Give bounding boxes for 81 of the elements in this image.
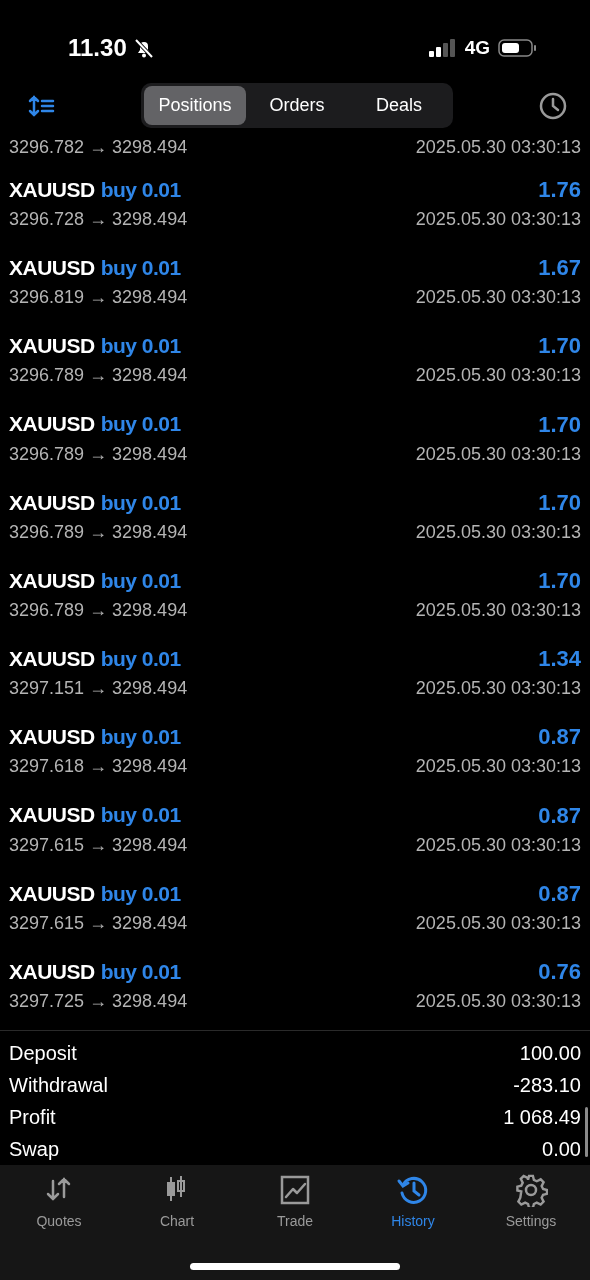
trade-time: 2025.05.30 03:30:13 [415,677,581,701]
clock-time: 11.30 [68,33,127,63]
profit-value: 1.70 [538,410,581,439]
summary-value: 100.00 [519,1041,581,1067]
summary-value: 0.00 [542,1137,581,1163]
settings-icon [514,1173,548,1208]
segment-tab[interactable]: Positions [144,86,246,126]
summary-label: Swap [9,1137,60,1163]
symbol-text: XAUUSD [9,724,95,751]
symbol-text: XAUUSD [9,489,95,516]
trade-time: 2025.05.30 03:30:13 [415,520,581,544]
trade-time: 2025.05.30 03:30:13 [415,911,581,935]
trade-time: 2025.05.30 03:30:13 [415,136,581,160]
profit-value: 1.76 [538,176,581,205]
price-range-text: 3296.789 → 3298.494 [9,599,188,622]
symbol-text: XAUUSD [9,645,95,672]
profit-value: 0.87 [538,801,581,830]
price-range-text: 3297.725 → 3298.494 [9,989,188,1013]
profit-value: 0.87 [538,879,581,908]
trade-side-text: buy 0.01 [100,489,181,516]
trade-side-text: buy 0.01 [100,645,181,672]
sort-icon[interactable] [28,93,56,118]
symbol-text: XAUUSD [9,176,95,203]
summary-label: Deposit [9,1041,77,1067]
price-range-text: 3297.615 → 3298.494 [9,833,188,857]
trade-time: 2025.05.30 03:30:13 [415,833,581,857]
segment-tab[interactable]: Deals [348,86,450,126]
trade-time: 2025.05.30 03:30:13 [415,208,581,232]
trade-time: 2025.05.30 03:30:13 [415,442,581,466]
trade-side-text: buy 0.01 [100,958,181,985]
trade-side-text: buy 0.01 [100,880,181,907]
trade-time: 2025.05.30 03:30:13 [415,286,581,310]
trade-side-text: buy 0.01 [100,333,181,360]
symbol-text: XAUUSD [9,802,95,829]
symbol-text: XAUUSD [9,255,95,281]
tab-bar-item[interactable]: Trade [236,1173,354,1238]
trade-side-text: buy 0.01 [100,176,181,203]
trade-time: 2025.05.30 03:30:13 [415,989,581,1013]
symbol-text: XAUUSD [9,880,95,907]
symbol-text: XAUUSD [9,958,95,985]
trade-time: 2025.05.30 03:30:13 [415,364,581,388]
symbol-text: XAUUSD [9,567,95,594]
profit-value: 0.76 [538,957,581,986]
trade-side-text: buy 0.01 [100,411,181,438]
trade-time: 2025.05.30 03:30:13 [415,599,581,622]
trade-side-text: buy 0.01 [100,724,181,751]
price-range-text: 3296.819 → 3298.494 [9,286,188,310]
symbol-text: XAUUSD [9,411,95,438]
price-range-text: 3297.615 → 3298.494 [9,911,188,935]
tab-bar-item[interactable]: History [354,1173,472,1238]
trade-side-text: buy 0.01 [100,255,181,281]
battery-icon [498,38,538,58]
price-range-text: 3297.151 → 3298.494 [9,677,188,701]
clock-icon[interactable] [538,90,568,121]
profit-value: 1.67 [538,254,581,283]
segment-tab[interactable]: Orders [246,86,348,126]
price-range-text: 3296.728 → 3298.494 [9,208,188,232]
trade-side-text: buy 0.01 [100,802,181,829]
trade-time: 2025.05.30 03:30:13 [415,755,581,779]
profit-value: 1.70 [538,488,581,517]
trade-side-text: buy 0.01 [100,567,181,594]
tab-bar-item[interactable]: Quotes [0,1173,118,1238]
scrollbar [585,1107,588,1158]
tab-bar-item[interactable]: Chart [118,1173,236,1238]
symbol-text: XAUUSD [9,333,95,360]
profit-value: 1.70 [538,567,581,595]
price-range-text: 3296.782 → 3298.494 [9,136,188,160]
summary-value: -283.10 [513,1073,581,1099]
profit-value: 1.70 [538,332,581,361]
tab-bar-item[interactable]: Settings [472,1173,590,1238]
price-range-text: 3296.789 → 3298.494 [9,442,188,466]
price-range-text: 3296.789 → 3298.494 [9,364,188,388]
signal-icon [428,38,457,58]
summary-value: 1 068.49 [503,1105,581,1131]
summary-label: Profit [9,1105,56,1131]
network-type: 4G [464,35,490,60]
price-range-text: 3297.618 → 3298.494 [9,755,188,779]
summary-label: Withdrawal [9,1073,108,1099]
profit-value: 1.34 [538,645,581,674]
profit-value: 0.87 [538,723,581,752]
price-range-text: 3296.789 → 3298.494 [9,520,188,544]
